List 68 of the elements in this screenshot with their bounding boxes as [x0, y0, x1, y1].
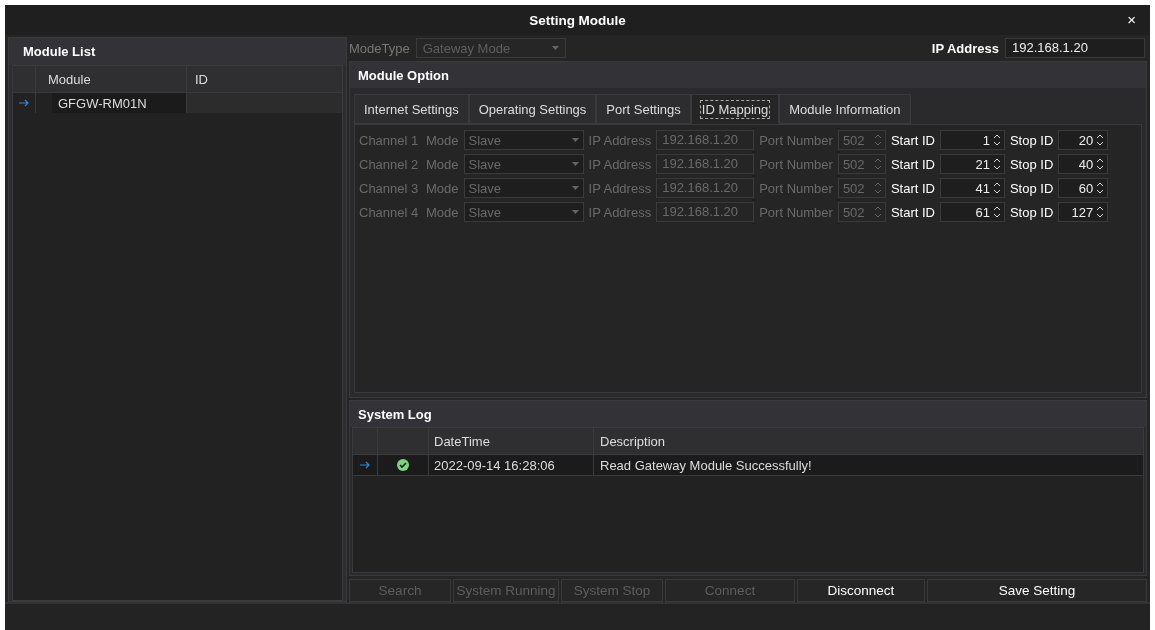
spin-arrows-icon — [874, 206, 881, 218]
spin-arrows-icon — [993, 206, 1000, 218]
spin-arrows-icon — [874, 158, 881, 170]
mode-label: Mode — [426, 132, 459, 148]
start-id-label: Start ID — [890, 204, 935, 220]
tab[interactable]: Operating Settings — [468, 94, 597, 124]
check-circle-icon — [397, 459, 409, 471]
caret-icon — [551, 46, 559, 50]
port-number-label: Port Number — [759, 204, 833, 220]
ip-address-field[interactable]: 192.168.1.20 — [1005, 38, 1145, 58]
column-header: DateTime — [429, 428, 594, 454]
caret-icon — [571, 162, 579, 166]
stop-id-label: Stop ID — [1009, 156, 1054, 172]
log-row[interactable]: 2022-09-14 16:28:06 Read Gateway Module Successfully! — [353, 455, 1143, 476]
caret-icon — [571, 210, 579, 214]
channel-label: Channel 3 — [359, 180, 420, 196]
channel-label: Channel 2 — [359, 156, 420, 172]
column-header: Description — [599, 432, 667, 451]
ip-address-label: IP Address — [588, 180, 652, 196]
column-header: ID — [194, 70, 209, 89]
tab[interactable]: Module Information — [779, 94, 911, 124]
ip-address-label: IP Address — [931, 40, 999, 56]
ip-address-label: IP Address — [588, 204, 652, 220]
panel-title: System Log — [358, 406, 432, 422]
spin-arrows-icon — [1097, 134, 1104, 146]
table-cell: GFGW-RM01N — [52, 93, 187, 113]
window-title: Setting Module — [529, 12, 626, 28]
mode-label: Mode — [426, 156, 459, 172]
start-id-label: Start ID — [890, 132, 935, 148]
action-button[interactable]: Disconnect — [797, 579, 925, 602]
tab[interactable]: Port Settings — [596, 94, 691, 124]
spin-arrows-icon — [993, 134, 1000, 146]
caret-icon — [571, 138, 579, 142]
action-button[interactable]: Save Setting — [927, 579, 1147, 602]
start-id-label: Start ID — [890, 156, 935, 172]
channel-label: Channel 1 — [359, 132, 420, 148]
spin-arrows-icon — [874, 134, 881, 146]
mode-label: Mode — [426, 180, 459, 196]
stop-id-label: Stop ID — [1009, 132, 1054, 148]
mode-label: Mode — [426, 204, 459, 220]
port-number-label: Port Number — [759, 180, 833, 196]
stop-id-label: Stop ID — [1009, 180, 1054, 196]
port-number-label: Port Number — [759, 156, 833, 172]
close-button[interactable]: × — [1123, 11, 1140, 28]
start-id-label: Start ID — [890, 180, 935, 196]
panel-title: Module List — [23, 44, 96, 59]
table-cell-text: Read Gateway Module Successfully! — [599, 456, 813, 475]
port-number-label: Port Number — [759, 132, 833, 148]
mode-type-label: ModeType — [349, 40, 410, 56]
stop-id-label: Stop ID — [1009, 204, 1054, 220]
spin-arrows-icon — [993, 158, 1000, 170]
spin-arrows-icon — [1097, 158, 1104, 170]
ip-address-label: IP Address — [588, 156, 652, 172]
tab[interactable]: ID Mapping — [690, 94, 780, 124]
spin-arrows-icon — [1097, 182, 1104, 194]
panel-title: Module Option — [358, 67, 449, 83]
arrow-icon — [360, 461, 370, 469]
caret-icon — [571, 186, 579, 190]
ip-address-label: IP Address — [588, 132, 652, 148]
spin-arrows-icon — [874, 182, 881, 194]
channel-label: Channel 4 — [359, 204, 420, 220]
column-header: Module — [36, 66, 187, 92]
module-row[interactable]: GFGW-RM01N — [13, 93, 342, 113]
tab[interactable]: Internet Settings — [354, 94, 469, 124]
spin-arrows-icon — [1097, 206, 1104, 218]
arrow-icon — [19, 99, 29, 107]
table-cell: 2022-09-14 16:28:06 — [429, 455, 594, 475]
spin-arrows-icon — [993, 182, 1000, 194]
